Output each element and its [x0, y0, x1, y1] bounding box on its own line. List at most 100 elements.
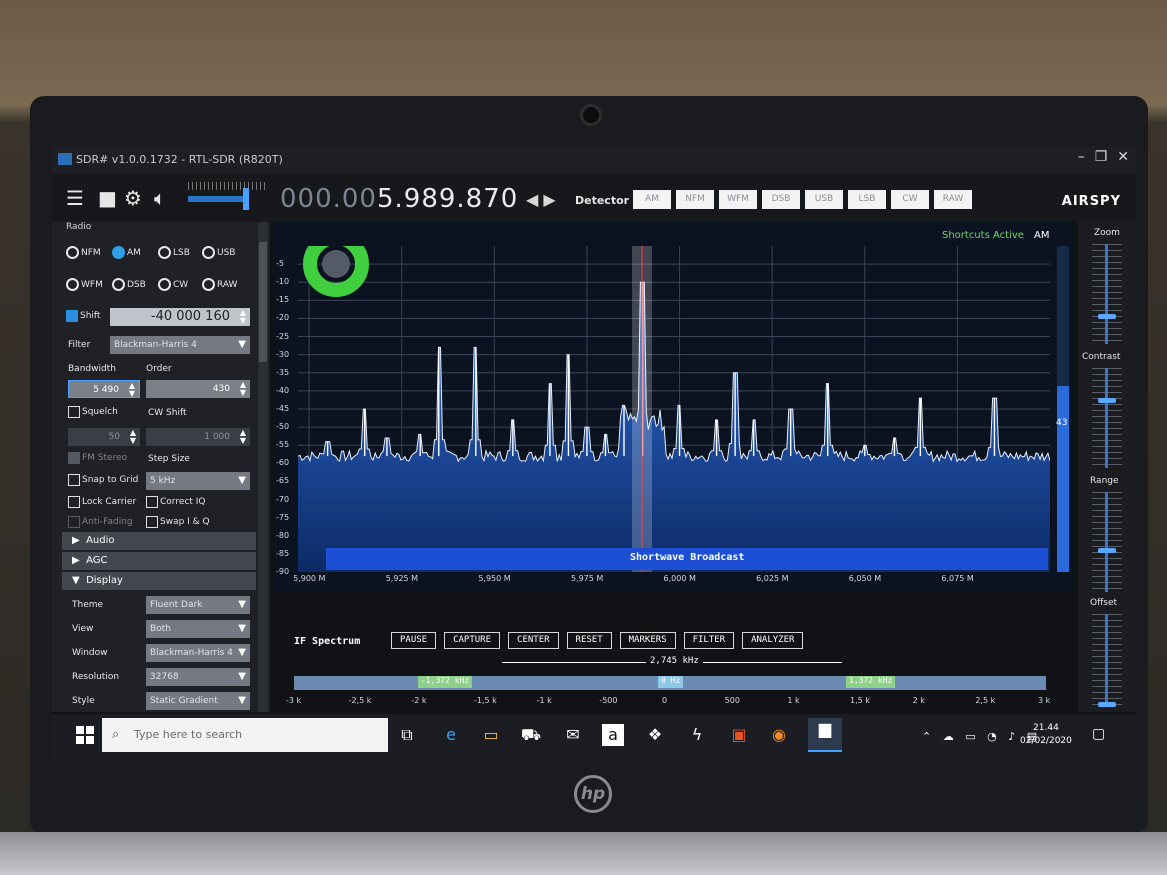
if-spectrum-panel[interactable]: IF Spectrum PAUSE CAPTURE CENTER RESET MARKE…: [274, 624, 1074, 714]
radio-section-header[interactable]: Radio: [66, 222, 91, 232]
bandwidth-input[interactable]: 5 490 ▲ ▼: [68, 380, 140, 398]
antifading-checkbox[interactable]: Anti-Fading: [68, 516, 133, 528]
windows-start-icon[interactable]: [76, 726, 94, 744]
mode-button-wfm[interactable]: WFM: [719, 190, 757, 209]
correctiq-checkbox[interactable]: Correct IQ: [146, 496, 205, 508]
mail-icon[interactable]: ✉: [562, 724, 584, 746]
if-pause-button[interactable]: PAUSE: [391, 632, 437, 649]
stop-icon[interactable]: ■: [98, 188, 117, 208]
squelch-checkbox[interactable]: Squelch: [68, 406, 118, 418]
filter-select[interactable]: Blackman-Harris 4 ▼: [110, 336, 250, 354]
gear-icon[interactable]: ⚙: [124, 188, 142, 208]
mode-button-cw[interactable]: CW: [891, 190, 929, 209]
cwshift-value: 1 000: [204, 432, 230, 442]
mode-button-usb[interactable]: USB: [805, 190, 843, 209]
amazon-icon[interactable]: a: [602, 724, 624, 746]
volume-slider[interactable]: [188, 196, 246, 202]
section-display[interactable]: ▼ Display: [62, 572, 256, 590]
taskbar-search[interactable]: ⌕ Type here to search: [102, 718, 388, 752]
range-knob[interactable]: [1098, 548, 1116, 553]
cwshift-spinner-icon[interactable]: ▲ ▼: [240, 429, 246, 445]
fmstereo-checkbox[interactable]: FM Stereo: [68, 452, 127, 464]
cwshift-input[interactable]: 1 000 ▲ ▼: [146, 428, 250, 446]
firefox-icon[interactable]: ◉: [768, 724, 790, 746]
squelch-value: 50: [108, 432, 120, 442]
app-bolt-icon[interactable]: ϟ: [686, 724, 708, 746]
radio-mode-wfm[interactable]: WFM: [66, 278, 103, 291]
mode-button-dsb[interactable]: DSB: [762, 190, 800, 209]
radio-mode-usb[interactable]: USB: [202, 246, 235, 259]
style-select[interactable]: Static Gradient ▼: [146, 692, 250, 710]
task-view-icon[interactable]: ⧉: [396, 724, 418, 746]
hamburger-menu-icon[interactable]: ☰: [66, 188, 84, 208]
if-center-button[interactable]: CENTER: [508, 632, 559, 649]
bandwidth-spinner-icon[interactable]: ▲ ▼: [129, 382, 135, 398]
store-icon[interactable]: ⛟: [520, 724, 542, 746]
shift-spinner-icon[interactable]: ▲ ▼: [240, 309, 246, 325]
offset-knob[interactable]: [1098, 702, 1116, 708]
lockcarrier-check-icon: [68, 496, 80, 508]
squelch-input[interactable]: 50 ▲ ▼: [68, 428, 140, 446]
minimize-button[interactable]: –: [1078, 149, 1085, 165]
zoom-slider[interactable]: [1105, 244, 1108, 344]
mode-button-raw[interactable]: RAW: [934, 190, 972, 209]
volume-knob[interactable]: [242, 188, 249, 210]
swapiq-checkbox[interactable]: Swap I & Q: [146, 516, 210, 528]
radio-mode-lsb[interactable]: LSB: [158, 246, 190, 259]
mode-button-am[interactable]: AM: [633, 190, 671, 209]
shift-input[interactable]: -40 000 160 ▲ ▼: [110, 308, 250, 326]
radio-mode-raw[interactable]: RAW: [202, 278, 237, 291]
file-explorer-icon[interactable]: ▭: [480, 724, 502, 746]
spectrum-panel[interactable]: Shortcuts Active AM -5 -10 -15 -20 -25 -30 -35…: [274, 222, 1074, 592]
stepsize-label: Step Size: [148, 454, 190, 464]
range-slider[interactable]: [1105, 492, 1108, 592]
if-left-marker[interactable]: -1,372 kHz: [418, 676, 473, 688]
maximize-button[interactable]: ❐: [1095, 149, 1108, 165]
contrast-slider[interactable]: [1105, 368, 1108, 468]
order-spinner-icon[interactable]: ▲ ▼: [240, 381, 246, 397]
snap-checkbox[interactable]: Snap to Grid: [68, 474, 138, 486]
radio-mode-nfm[interactable]: NFM: [66, 246, 101, 259]
squelch-spinner-icon[interactable]: ▲ ▼: [130, 429, 136, 445]
order-input[interactable]: 430 ▲ ▼: [146, 380, 250, 398]
if-analyzer-button[interactable]: ANALYZER: [742, 632, 804, 649]
frequency-step-arrows-icon[interactable]: ◀ ▶: [526, 190, 556, 209]
contrast-knob[interactable]: [1098, 398, 1116, 403]
spectrum-plot[interactable]: [298, 246, 1050, 572]
radio-mode-dsb[interactable]: DSB: [112, 278, 146, 291]
radio-mode-cw[interactable]: CW: [158, 278, 188, 291]
dropbox-icon[interactable]: ❖: [644, 724, 666, 746]
window-select[interactable]: Blackman-Harris 4 ▼: [146, 644, 250, 662]
theme-select[interactable]: Fluent Dark ▼: [146, 596, 250, 614]
section-audio[interactable]: ▶ Audio: [62, 532, 256, 550]
view-select[interactable]: Both ▼: [146, 620, 250, 638]
sdrsharp-taskbar-icon[interactable]: ▆: [808, 718, 842, 752]
taskbar-clock[interactable]: 21.44 02/02/2020: [1020, 722, 1072, 748]
mode-button-lsb[interactable]: LSB: [848, 190, 886, 209]
if-reset-button[interactable]: RESET: [566, 632, 612, 649]
radio-mode-am[interactable]: AM: [112, 246, 141, 259]
close-button[interactable]: ✕: [1117, 149, 1129, 165]
if-capture-button[interactable]: CAPTURE: [444, 632, 501, 649]
shift-value: -40 000 160: [150, 309, 230, 324]
zoom-knob[interactable]: [1098, 314, 1116, 319]
shift-checkbox[interactable]: Shift: [66, 310, 100, 322]
notification-icon[interactable]: ▢: [1092, 726, 1105, 742]
window-controls: – ❐ ✕: [1078, 149, 1129, 165]
if-center-marker[interactable]: 0 Hz: [658, 676, 684, 688]
section-agc[interactable]: ▶ AGC: [62, 552, 256, 570]
lockcarrier-checkbox[interactable]: Lock Carrier: [68, 496, 136, 508]
resolution-select[interactable]: 32768 ▼: [146, 668, 250, 686]
office-icon[interactable]: ▣: [728, 724, 750, 746]
speaker-icon[interactable]: 🔈︎: [154, 188, 166, 208]
if-right-marker[interactable]: 1,372 kHz: [846, 676, 896, 688]
mode-button-nfm[interactable]: NFM: [676, 190, 714, 209]
if-markers-button[interactable]: MARKERS: [619, 632, 676, 649]
edge-icon[interactable]: e: [440, 724, 462, 746]
offset-slider[interactable]: [1105, 614, 1108, 706]
correctiq-label: Correct IQ: [160, 497, 206, 507]
if-filter-button[interactable]: FILTER: [683, 632, 735, 649]
stepsize-select[interactable]: 5 kHz ▼: [146, 472, 250, 490]
frequency-display[interactable]: 000.005.989.870: [280, 184, 518, 214]
left-panel-scroll-thumb[interactable]: [259, 242, 267, 362]
